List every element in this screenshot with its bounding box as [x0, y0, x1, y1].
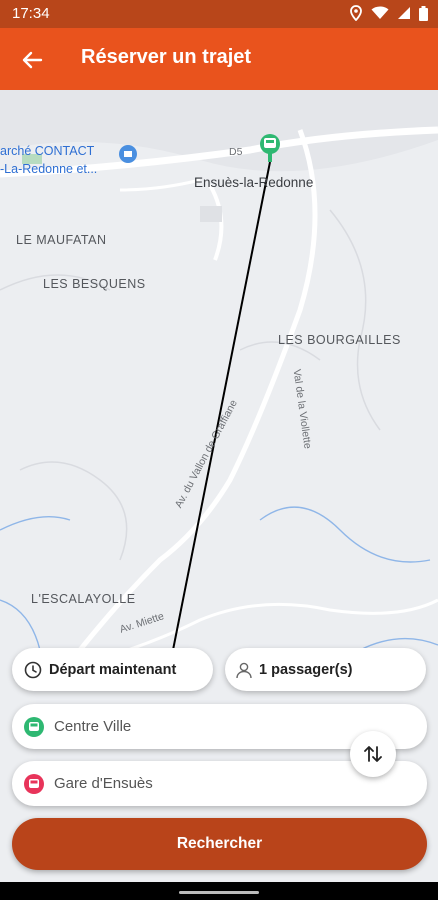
destination-value: Gare d'Ensuès: [54, 775, 153, 792]
swap-button[interactable]: [350, 731, 396, 777]
departure-time-button[interactable]: Départ maintenant: [12, 648, 213, 691]
person-icon: [236, 662, 252, 678]
area-label-les-bourgailles: LES BOURGAILLES: [278, 333, 401, 347]
poi-label-line2: -La-Redonne et...: [0, 162, 98, 176]
area-label-les-besquens: LES BESQUENS: [43, 277, 146, 291]
area-label-le-maufatan: LE MAUFATAN: [16, 233, 107, 247]
passengers-button[interactable]: 1 passager(s): [225, 648, 426, 691]
wifi-icon: [371, 6, 389, 19]
swap-vertical-icon: [364, 746, 382, 762]
passengers-label: 1 passager(s): [259, 661, 353, 678]
page-title: Réserver un trajet: [81, 46, 252, 68]
status-bar: 17:34: [0, 0, 438, 28]
search-button-label: Rechercher: [176, 835, 263, 852]
poi-label-line1: arché CONTACT: [0, 144, 95, 158]
back-button[interactable]: [14, 42, 50, 78]
home-indicator[interactable]: [179, 891, 259, 894]
status-icons: [349, 5, 428, 21]
location-icon: [350, 5, 362, 21]
origin-value: Centre Ville: [54, 718, 132, 735]
clock-icon: [24, 661, 42, 678]
status-time: 17:34: [12, 5, 50, 22]
town-label: Ensuès-la-Redonne: [194, 175, 314, 190]
departure-label: Départ maintenant: [49, 661, 177, 678]
bus-stop-origin-icon: [24, 716, 44, 737]
arrow-back-icon: [22, 51, 43, 69]
signal-icon: [398, 7, 410, 19]
app-bar: Réserver un trajet: [0, 28, 438, 90]
bus-stop-destination-icon: [24, 773, 44, 794]
road-label-d5: D5: [229, 146, 243, 158]
area-label-lescalayolle: L'ESCALAYOLLE: [31, 592, 136, 606]
battery-icon: [419, 5, 428, 21]
search-button[interactable]: Rechercher: [12, 818, 427, 870]
